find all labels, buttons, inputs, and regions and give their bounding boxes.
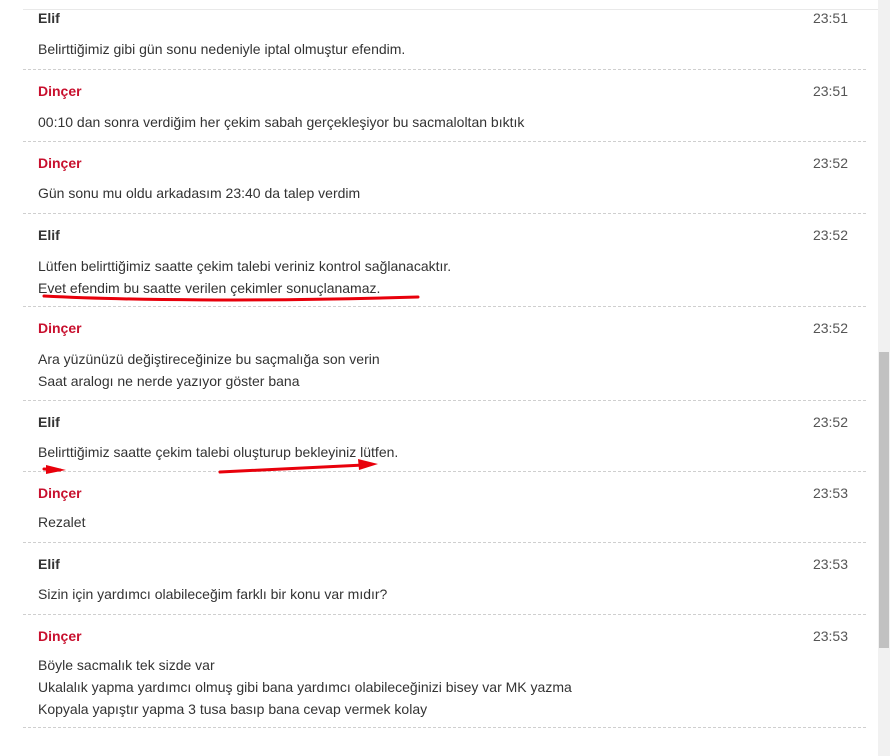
message-sender: Dinçer [38,628,82,644]
message-sender: Dinçer [38,155,82,171]
message-sender: Elif [38,227,60,243]
message-body: Belirttiğimiz gibi gün sonu nedeniyle ip… [38,38,405,60]
message-line: Sizin için yardımcı olabileceğim farklı … [38,586,388,602]
message-body: Ara yüzünüzü değiştireceğinize bu saçmal… [38,348,380,392]
message-sender: Elif [38,414,60,430]
chat-message: Elif 23:52 Belirttiğimiz saatte çekim ta… [23,401,866,472]
message-body: 00:10 dan sonra verdiğim her çekim sabah… [38,111,524,133]
message-time: 23:53 [812,628,848,644]
message-line: Evet efendim bu saatte verilen çekimler … [38,280,381,296]
chat-message: Dinçer 23:53 Rezalet [23,472,866,543]
message-line: Kopyala yapıştır yapma 3 tusa basıp bana… [38,701,428,717]
message-time: 23:51 [812,10,848,26]
message-body: Böyle sacmalık tek sizde var Ukalalık ya… [38,654,572,720]
message-time: 23:52 [812,155,848,171]
message-line: Ara yüzünüzü değiştireceğinize bu saçmal… [38,351,380,367]
message-time: 23:52 [812,320,848,336]
chat-message: Elif 23:52 Lütfen belirttiğimiz saatte ç… [23,214,866,307]
message-sender: Elif [38,10,60,26]
message-line: Gün sonu mu oldu arkadasım 23:40 da tale… [38,185,361,201]
chat-message: Elif 23:51 Belirttiğimiz gibi gün sonu n… [23,0,866,70]
message-line: Saat aralogı ne nerde yazıyor göster ban… [38,373,300,389]
message-time: 23:53 [812,485,848,501]
message-line: Belirttiğimiz saatte çekim talebi oluştu… [38,444,399,460]
message-line: Lütfen belirttiğimiz saatte çekim talebi… [38,258,452,274]
message-line: 00:10 dan sonra verdiğim her çekim sabah… [38,114,525,130]
message-time: 23:51 [812,83,848,99]
chat-message: Elif 23:53 Sizin için yardımcı olabilece… [23,543,866,615]
message-time: 23:52 [812,227,848,243]
message-line: Ukalalık yapma yardımcı olmuş gibi bana … [38,679,572,695]
message-sender: Dinçer [38,83,82,99]
message-sender: Elif [38,556,60,572]
chat-message: Dinçer 23:53 Böyle sacmalık tek sizde va… [23,615,866,728]
message-time: 23:53 [812,556,848,572]
message-line: Böyle sacmalık tek sizde var [38,657,215,673]
message-body: Belirttiğimiz saatte çekim talebi oluştu… [38,441,398,463]
chat-message: Dinçer 23:51 00:10 dan sonra verdiğim he… [23,70,866,142]
message-body: Lütfen belirttiğimiz saatte çekim talebi… [38,255,451,299]
chat-message: Dinçer 23:52 Ara yüzünüzü değiştireceğin… [23,307,866,401]
message-body: Rezalet [38,511,85,533]
message-sender: Dinçer [38,485,82,501]
message-line: Rezalet [38,514,86,530]
message-body: Gün sonu mu oldu arkadasım 23:40 da tale… [38,182,360,204]
vertical-scrollbar[interactable] [878,0,890,756]
message-body: Sizin için yardımcı olabileceğim farklı … [38,583,387,605]
scrollbar-thumb[interactable] [879,352,889,648]
message-line: Belirttiğimiz gibi gün sonu nedeniyle ip… [38,41,406,57]
message-time: 23:52 [812,414,848,430]
chat-message: Dinçer 23:52 Gün sonu mu oldu arkadasım … [23,142,866,214]
message-sender: Dinçer [38,320,82,336]
chat-transcript: Elif 23:51 Belirttiğimiz gibi gün sonu n… [23,0,866,728]
